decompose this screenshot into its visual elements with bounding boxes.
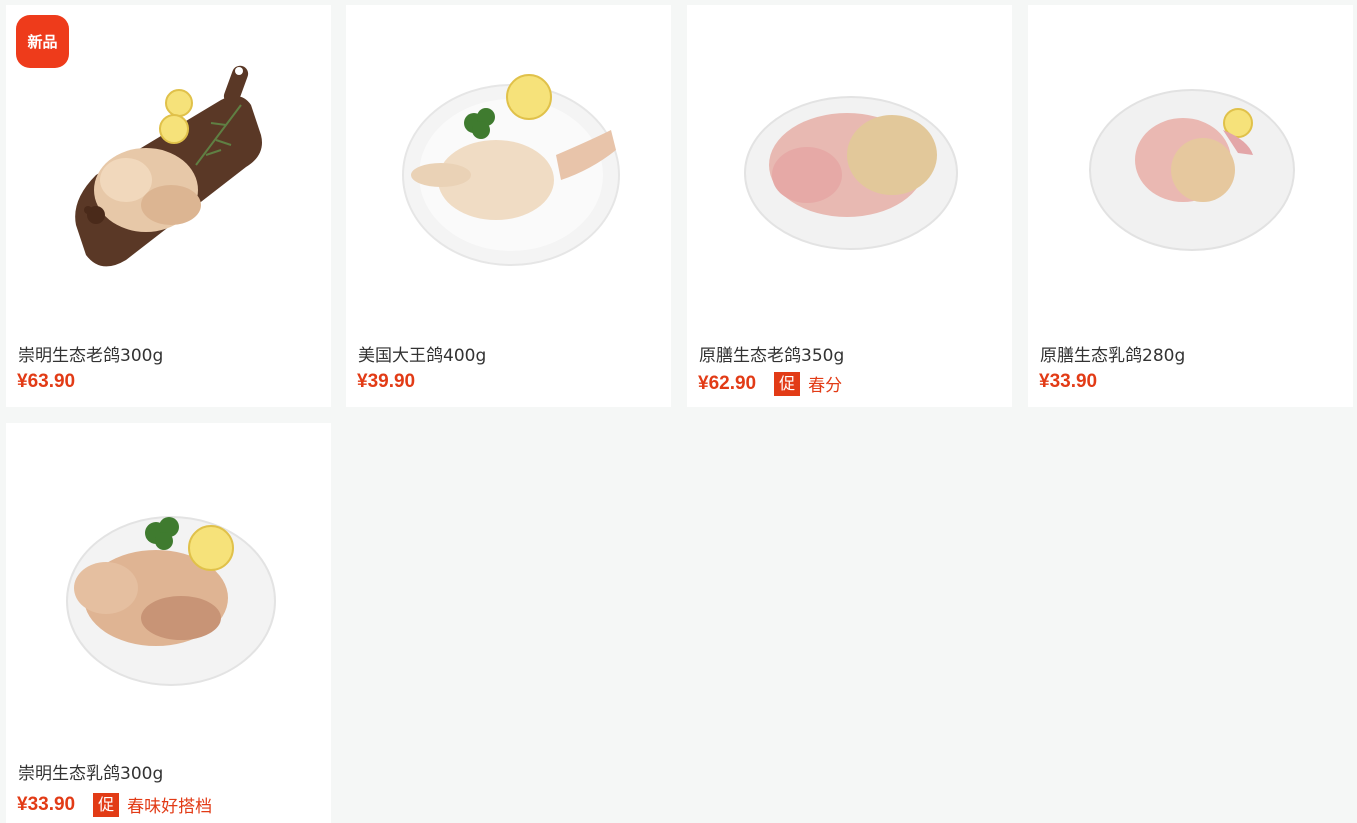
product-name[interactable]: 崇明生态老鸽300g bbox=[18, 341, 163, 366]
pigeon-on-plate-image bbox=[1089, 89, 1295, 251]
price-row: ¥33.90 促 春味好搭档 bbox=[17, 792, 212, 817]
pigeon-on-plate-image bbox=[402, 74, 620, 266]
product-grid: 新品 崇明生态老鸽300g ¥63.90 美国大王鸽400g ¥39.90 原膳… bbox=[0, 0, 1357, 823]
product-card[interactable]: 原膳生态乳鸽280g ¥33.90 bbox=[1028, 5, 1353, 407]
product-image[interactable] bbox=[1028, 5, 1353, 330]
price-row: ¥62.90 促 春分 bbox=[698, 371, 842, 396]
price-row: ¥39.90 bbox=[357, 371, 415, 393]
product-name[interactable]: 原膳生态老鸽350g bbox=[699, 341, 844, 366]
promotion[interactable]: 促 春分 bbox=[774, 371, 842, 396]
pigeon-on-plate-image bbox=[744, 96, 958, 250]
price-row: ¥63.90 bbox=[17, 371, 75, 393]
product-image[interactable] bbox=[6, 423, 331, 748]
promo-tag: 促 bbox=[93, 792, 120, 817]
product-price: ¥33.90 bbox=[1039, 371, 1098, 392]
product-card[interactable]: 新品 崇明生态老鸽300g ¥63.90 bbox=[6, 5, 331, 407]
product-image[interactable] bbox=[346, 5, 671, 330]
product-name[interactable]: 美国大王鸽400g bbox=[358, 341, 486, 366]
product-name[interactable]: 原膳生态乳鸽280g bbox=[1040, 341, 1185, 366]
new-badge: 新品 bbox=[16, 15, 69, 68]
pigeon-on-plate-image bbox=[66, 516, 276, 686]
price-row: ¥33.90 bbox=[1039, 371, 1097, 393]
product-card[interactable]: 原膳生态老鸽350g ¥62.90 促 春分 bbox=[687, 5, 1012, 407]
product-image[interactable] bbox=[687, 5, 1012, 330]
promo-tag: 促 bbox=[774, 371, 801, 396]
promo-text: 春分 bbox=[808, 376, 843, 396]
product-price: ¥33.90 bbox=[17, 793, 76, 815]
product-price: ¥63.90 bbox=[17, 371, 76, 392]
product-card[interactable]: 美国大王鸽400g ¥39.90 bbox=[346, 5, 671, 407]
product-name[interactable]: 崇明生态乳鸽300g bbox=[18, 759, 163, 784]
product-price: ¥62.90 bbox=[698, 372, 757, 394]
product-card[interactable]: 崇明生态乳鸽300g ¥33.90 促 春味好搭档 bbox=[6, 423, 331, 823]
promotion[interactable]: 促 春味好搭档 bbox=[93, 792, 212, 817]
product-price: ¥39.90 bbox=[357, 371, 416, 392]
product-image[interactable]: 新品 bbox=[6, 5, 331, 330]
promo-text: 春味好搭档 bbox=[127, 797, 213, 817]
